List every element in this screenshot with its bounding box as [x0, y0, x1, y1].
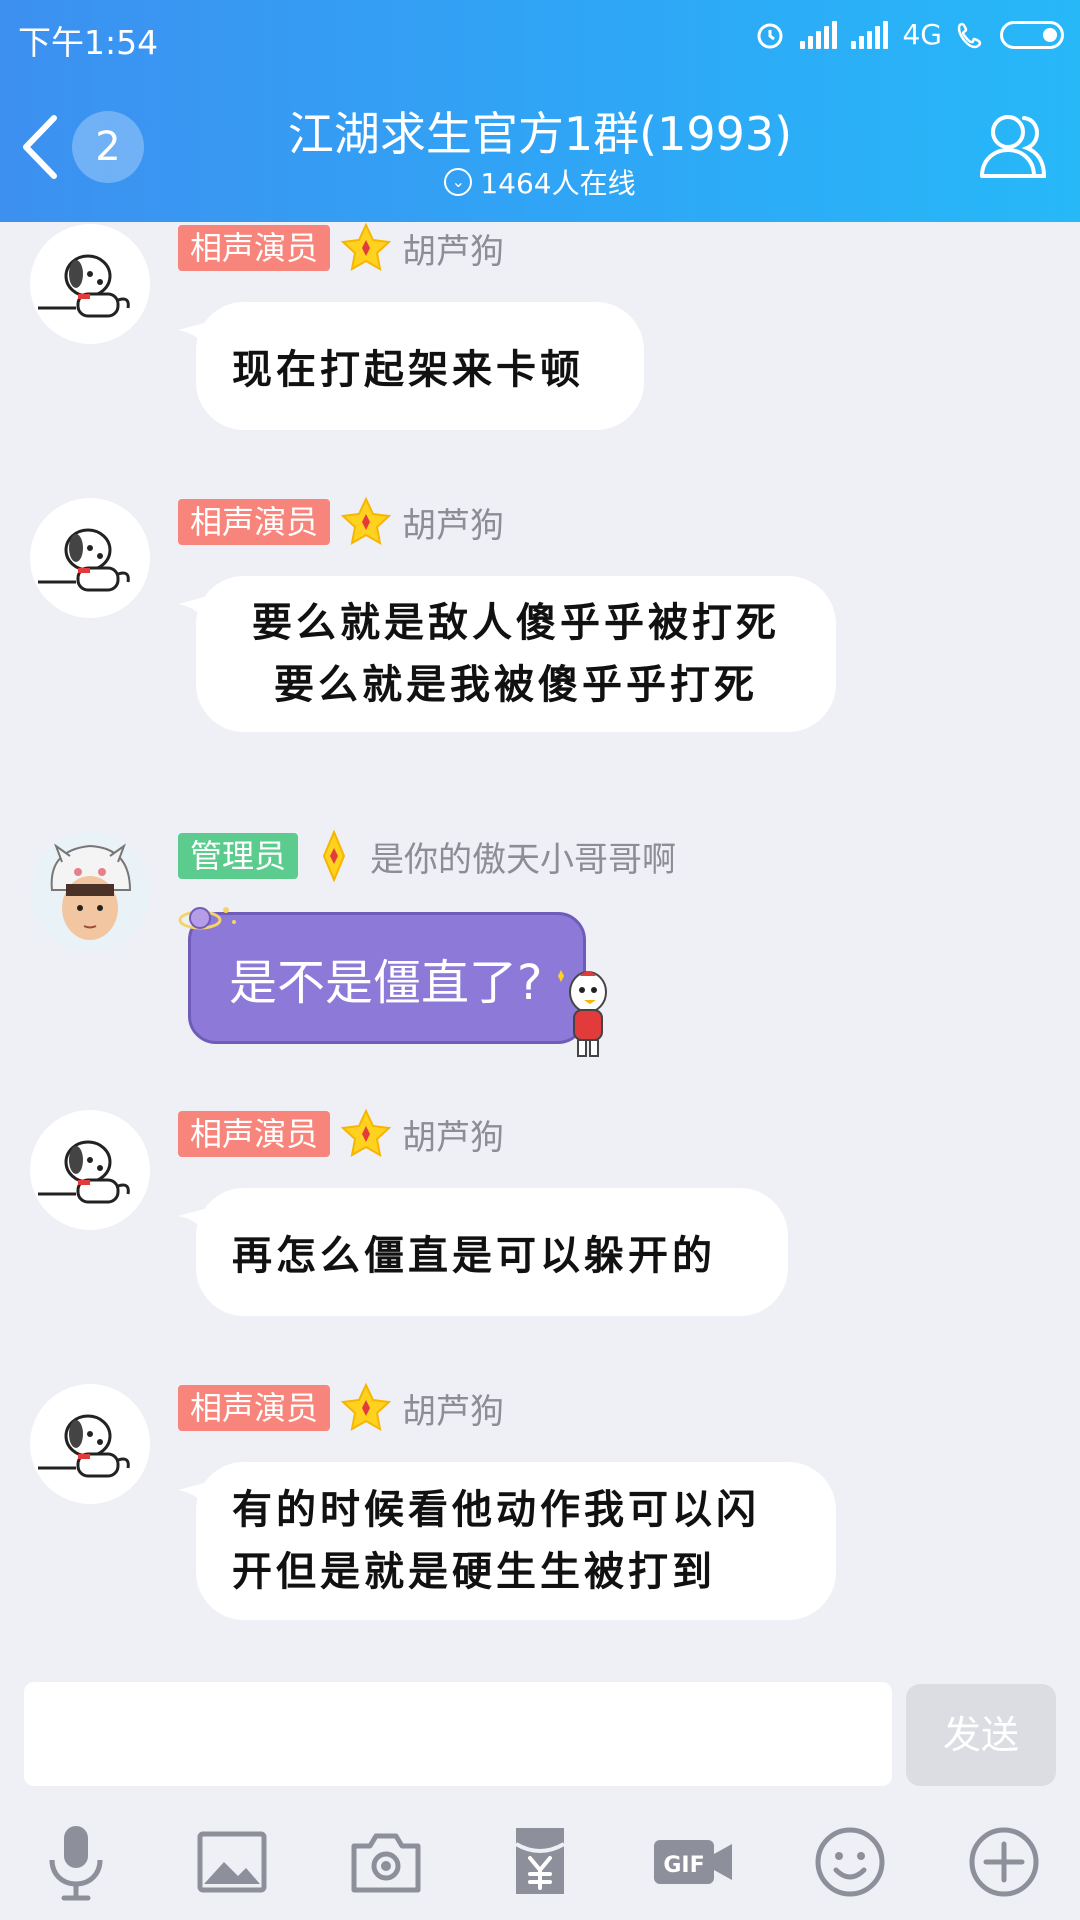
message-line: 要么就是我被傻乎乎打死: [274, 661, 758, 708]
message-list[interactable]: 相声演员 胡芦狗 现在打起架来卡顿 相声演员 胡芦狗 要么就是敌人傻乎乎被打死 …: [0, 222, 1080, 1682]
role-tag: 管理员: [178, 833, 299, 879]
role-tag: 相声演员: [178, 1111, 331, 1157]
signal-icon: [800, 20, 838, 49]
dog-avatar-icon: [38, 254, 130, 318]
username[interactable]: 胡芦狗: [402, 224, 504, 273]
status-icons: 4G: [754, 18, 1064, 51]
message-text: 现在打起架来卡顿: [232, 346, 584, 393]
svg-text:GIF: GIF: [663, 1853, 704, 1878]
message-line: 要么就是敌人傻乎乎被打死: [252, 599, 780, 646]
online-count-label: 1464人在线: [480, 167, 636, 200]
plus-icon[interactable]: [964, 1822, 1044, 1902]
message-bubble[interactable]: 有的时候看他动作我可以闪 开但是就是硬生生被打到: [196, 1462, 836, 1620]
camera-icon[interactable]: [346, 1822, 426, 1902]
message-bubble[interactable]: 要么就是敌人傻乎乎被打死 要么就是我被傻乎乎打死: [196, 576, 836, 732]
input-toolbar: GIF: [0, 1822, 1080, 1918]
message-text: 再怎么僵直是可以躲开的: [232, 1232, 716, 1279]
signal-icon-2: [851, 20, 889, 49]
dog-avatar-icon: [38, 1140, 130, 1204]
group-members-icon[interactable]: [976, 108, 1056, 184]
avatar[interactable]: [30, 832, 150, 952]
message-text: 是不是僵直了?: [229, 955, 543, 1011]
avatar[interactable]: [30, 1384, 150, 1504]
chat-header: 下午1:54 4G 2 江湖求生官方1群(1993) ⌄ 1464人在线: [0, 0, 1080, 222]
avatar[interactable]: [30, 1110, 150, 1230]
network-type: 4G: [902, 18, 942, 51]
star-icon: [340, 496, 392, 545]
message-bubble[interactable]: 再怎么僵直是可以躲开的: [196, 1188, 788, 1316]
message-input[interactable]: [24, 1682, 892, 1786]
username[interactable]: 胡芦狗: [402, 498, 504, 547]
message-line: 开但是就是硬生生被打到: [232, 1548, 716, 1595]
username[interactable]: 胡芦狗: [402, 1110, 504, 1159]
send-button[interactable]: 发送: [906, 1684, 1056, 1786]
status-bar: 下午1:54 4G: [0, 0, 1080, 70]
message-line: 有的时候看他动作我可以闪: [232, 1486, 760, 1533]
star-icon: [340, 1108, 392, 1157]
message-meta: 相声演员 胡芦狗: [178, 496, 504, 547]
chevron-down-icon: ⌄: [444, 168, 473, 196]
role-tag: 相声演员: [178, 499, 331, 545]
message-meta: 相声演员 胡芦狗: [178, 1108, 504, 1159]
status-time: 下午1:54: [18, 23, 159, 62]
message-text: 有的时候看他动作我可以闪 开但是就是硬生生被打到: [232, 1479, 800, 1603]
username[interactable]: 胡芦狗: [402, 1384, 504, 1433]
message-bubble[interactable]: 现在打起架来卡顿: [196, 302, 644, 430]
message-meta: 管理员 是你的傲天小哥哥啊: [178, 830, 676, 882]
dog-avatar-icon: [38, 1414, 130, 1478]
planet-sticker-icon: [178, 907, 236, 930]
diamond-icon: [322, 830, 346, 882]
message-text: 要么就是敌人傻乎乎被打死 要么就是我被傻乎乎打死: [232, 592, 800, 716]
input-bar: 发送 GIF: [0, 1682, 1080, 1920]
message-meta: 相声演员 胡芦狗: [178, 222, 504, 273]
star-icon: [340, 1382, 392, 1431]
online-count[interactable]: ⌄ 1464人在线: [0, 162, 1080, 202]
emoji-icon[interactable]: [810, 1822, 890, 1902]
chat-title: 江湖求生官方1群(1993): [287, 107, 793, 161]
avatar[interactable]: [30, 224, 150, 344]
message-meta: 相声演员 胡芦狗: [178, 1382, 504, 1433]
username[interactable]: 是你的傲天小哥哥啊: [370, 832, 676, 881]
battery-icon: [1000, 20, 1064, 49]
dog-avatar-icon: [38, 528, 130, 592]
role-tag: 相声演员: [178, 1385, 331, 1431]
alarm-icon: [757, 23, 783, 48]
gif-icon[interactable]: GIF: [652, 1822, 736, 1902]
call-icon: [957, 22, 982, 48]
boy-avatar-icon: [30, 832, 150, 952]
avatar[interactable]: [30, 498, 150, 618]
red-packet-icon[interactable]: [500, 1822, 580, 1902]
message-bubble-themed[interactable]: 是不是僵直了?: [188, 912, 586, 1044]
image-icon[interactable]: [192, 1822, 272, 1902]
microphone-icon[interactable]: [36, 1822, 116, 1902]
mascot-sticker-icon: [558, 970, 607, 1057]
role-tag: 相声演员: [178, 225, 331, 271]
star-icon: [340, 222, 392, 271]
